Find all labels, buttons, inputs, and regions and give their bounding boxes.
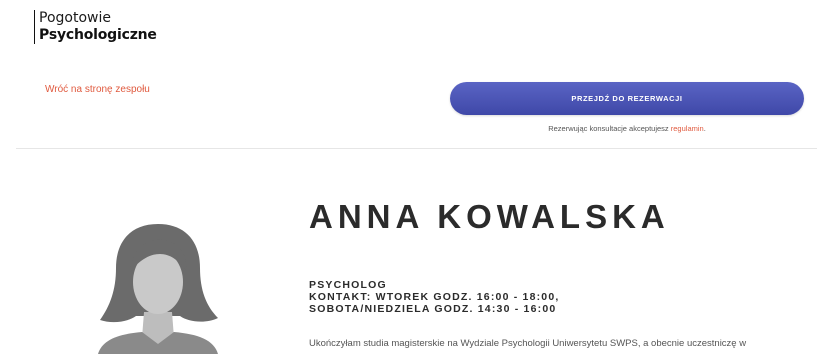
site-logo[interactable]: Pogotowie Psychologiczne (34, 10, 157, 44)
profile-bio: Ukończyłam studia magisterskie na Wydzia… (309, 338, 747, 349)
profile-role-contact: PSYCHOLOG KONTAKT: WTOREK GODZ. 16:00 - … (309, 279, 560, 315)
logo-line-1: Pogotowie (39, 10, 111, 26)
contact-hours-line-2: SOBOTA/NIEDZIELA GODZ. 14:30 - 16:00 (309, 303, 557, 315)
terms-link[interactable]: regulamin (671, 124, 704, 133)
contact-hours-line-1: KONTAKT: WTOREK GODZ. 16:00 - 18:00, (309, 291, 560, 303)
terms-text: Rezerwując konsultacje akceptujesz (548, 124, 669, 133)
page: Pogotowie Psychologiczne Wróć na stronę … (0, 0, 817, 354)
divider (16, 148, 817, 149)
booking-button[interactable]: PRZEJDŹ DO REZERWACJI (450, 82, 804, 115)
profile-name: ANNA KOWALSKA (309, 198, 670, 235)
person-placeholder-icon (78, 220, 238, 354)
terms-notice: Rezerwując konsultacje akceptujesz regul… (450, 124, 804, 133)
terms-suffix: . (703, 124, 706, 133)
profile-role: PSYCHOLOG (309, 279, 387, 291)
back-to-team-link[interactable]: Wróć na stronę zespołu (45, 84, 150, 95)
logo-line-2: Psychologiczne (39, 27, 157, 43)
